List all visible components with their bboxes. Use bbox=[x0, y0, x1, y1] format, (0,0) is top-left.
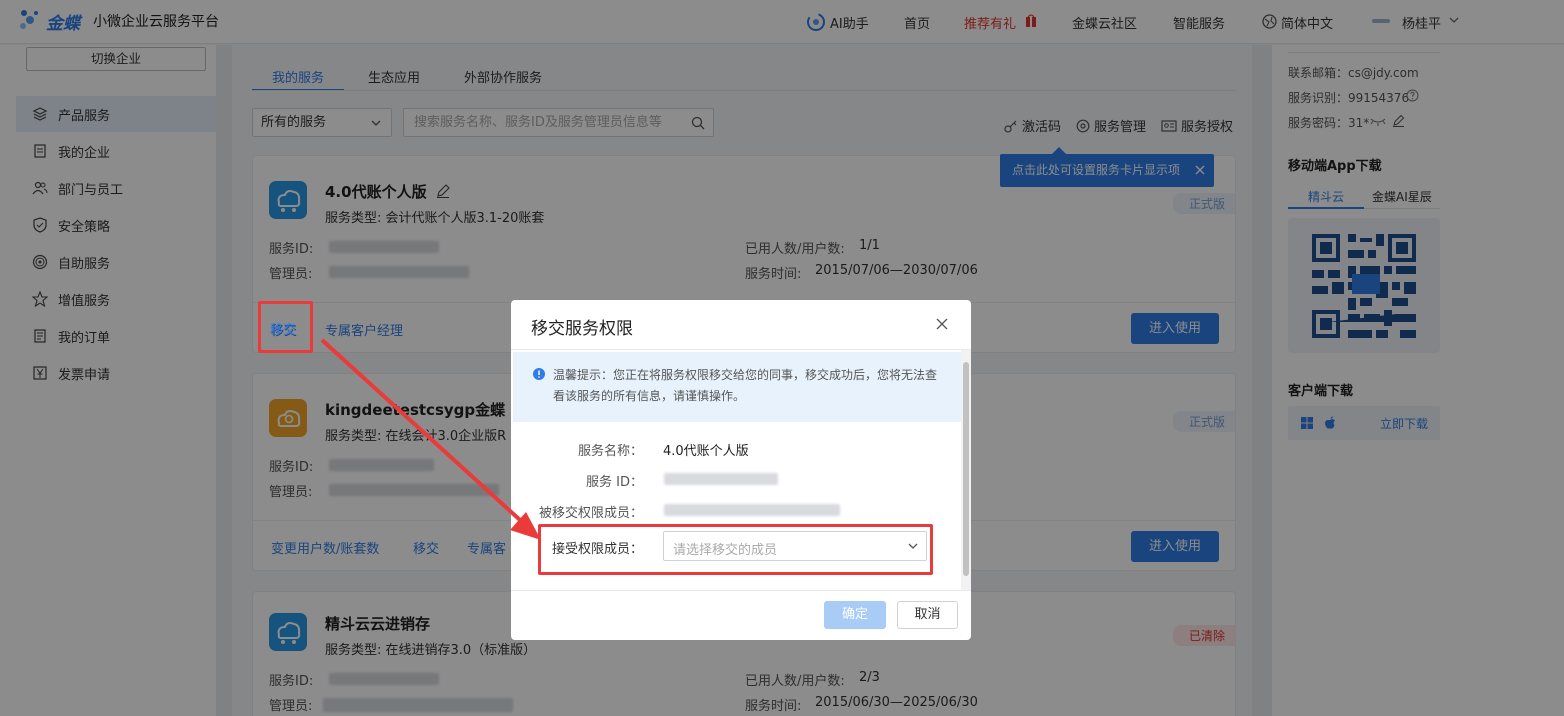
red-arrow-annotation bbox=[320, 338, 541, 540]
